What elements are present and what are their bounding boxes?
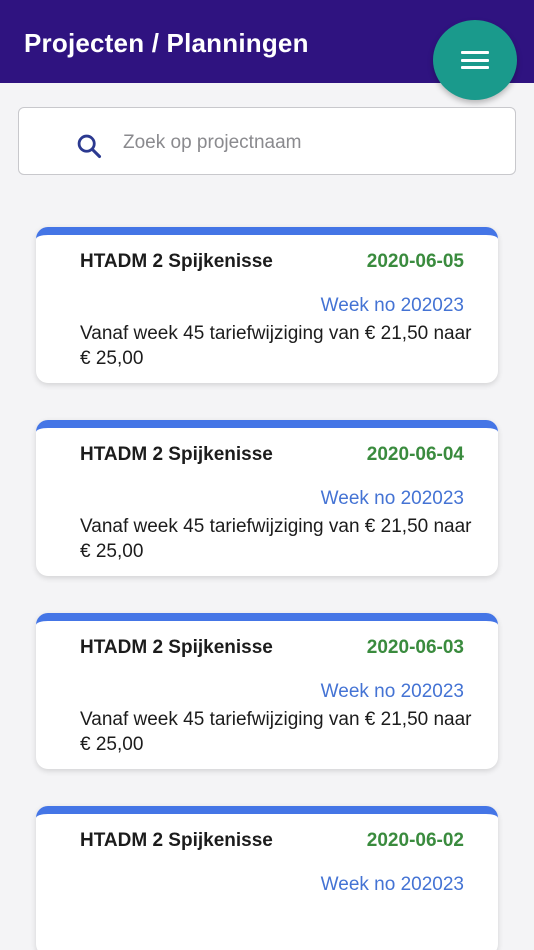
week-number: Week no 202023 bbox=[320, 681, 464, 702]
planning-date: 2020-06-04 bbox=[366, 444, 464, 465]
planning-date: 2020-06-03 bbox=[366, 637, 464, 658]
planning-description: Vanaf week 45 tariefwijziging van € 21,5… bbox=[80, 516, 472, 562]
list-item[interactable]: HTADM 2 Spijkenisse 2020-06-05 Week no 2… bbox=[36, 227, 498, 383]
list-item[interactable]: HTADM 2 Spijkenisse 2020-06-04 Week no 2… bbox=[36, 420, 498, 576]
project-name: HTADM 2 Spijkenisse bbox=[80, 251, 273, 272]
week-number: Week no 202023 bbox=[320, 488, 464, 509]
week-number: Week no 202023 bbox=[320, 874, 464, 895]
search-icon[interactable] bbox=[75, 132, 103, 160]
planning-description: Vanaf week 45 tariefwijziging van € 21,5… bbox=[80, 709, 472, 755]
hamburger-menu-icon bbox=[461, 50, 489, 70]
planning-description: Vanaf week 45 tariefwijziging van € 21,5… bbox=[80, 323, 472, 369]
planning-date: 2020-06-02 bbox=[366, 830, 464, 851]
list-item[interactable]: HTADM 2 Spijkenisse 2020-06-03 Week no 2… bbox=[36, 613, 498, 769]
list-item[interactable]: HTADM 2 Spijkenisse 2020-06-02 Week no 2… bbox=[36, 806, 498, 950]
project-name: HTADM 2 Spijkenisse bbox=[80, 830, 273, 851]
project-name: HTADM 2 Spijkenisse bbox=[80, 637, 273, 658]
project-name: HTADM 2 Spijkenisse bbox=[80, 444, 273, 465]
page-title: Projecten / Planningen bbox=[24, 28, 309, 58]
menu-button[interactable] bbox=[433, 20, 517, 100]
planning-date: 2020-06-05 bbox=[366, 251, 464, 272]
week-number: Week no 202023 bbox=[320, 295, 464, 316]
app-screen: Projecten / Planningen HTADM 2 Spijkenis… bbox=[0, 0, 534, 950]
search-bar bbox=[18, 107, 516, 175]
search-input[interactable] bbox=[123, 126, 493, 160]
